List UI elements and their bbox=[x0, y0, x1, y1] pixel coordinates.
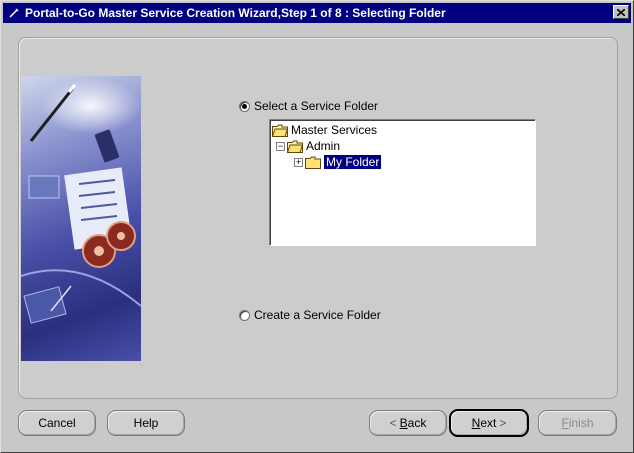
cancel-button[interactable]: Cancel bbox=[18, 410, 96, 436]
next-label: ext bbox=[480, 416, 497, 430]
tree-item-label-selected: My Folder bbox=[322, 154, 383, 170]
back-mnemonic: B bbox=[399, 416, 408, 430]
wizard-window: Portal-to-Go Master Service Creation Wiz… bbox=[0, 0, 634, 453]
tree-item-master-services[interactable]: Master Services bbox=[272, 122, 377, 138]
finish-mnemonic: F bbox=[561, 416, 569, 430]
tree-item-admin[interactable]: − Admin bbox=[276, 138, 340, 154]
help-label: Help bbox=[133, 416, 159, 430]
expand-icon[interactable]: + bbox=[294, 157, 303, 167]
back-label: ack bbox=[407, 416, 427, 430]
title-bar[interactable]: Portal-to-Go Master Service Creation Wiz… bbox=[3, 3, 631, 23]
back-button[interactable]: < Back bbox=[369, 410, 447, 436]
chevron-right-icon: > bbox=[499, 416, 507, 430]
collapse-icon[interactable]: − bbox=[276, 141, 285, 151]
create-folder-label: Create a Service Folder bbox=[254, 308, 381, 322]
app-icon bbox=[6, 5, 22, 21]
wizard-illustration bbox=[21, 76, 141, 361]
create-folder-option[interactable]: Create a Service Folder bbox=[239, 308, 381, 322]
folder-open-icon bbox=[272, 124, 288, 137]
cancel-label: Cancel bbox=[38, 416, 76, 430]
finish-label: inish bbox=[568, 416, 594, 430]
chevron-left-icon: < bbox=[389, 416, 397, 430]
select-folder-option[interactable]: Select a Service Folder bbox=[239, 99, 378, 113]
folder-tree[interactable]: Master Services − Admin + My Folder bbox=[269, 119, 536, 246]
next-mnemonic: N bbox=[471, 416, 481, 430]
next-button[interactable]: Next > bbox=[449, 409, 529, 437]
select-folder-radio[interactable] bbox=[239, 100, 250, 112]
close-icon bbox=[617, 8, 625, 16]
tree-item-label: Master Services bbox=[291, 123, 378, 137]
tree-item-label: Admin bbox=[306, 139, 341, 153]
finish-button[interactable]: Finish bbox=[538, 410, 617, 436]
tree-item-my-folder[interactable]: + My Folder bbox=[294, 154, 383, 170]
create-folder-radio[interactable] bbox=[239, 309, 250, 321]
folder-open-icon bbox=[287, 140, 303, 153]
select-folder-label: Select a Service Folder bbox=[254, 99, 379, 113]
close-button[interactable] bbox=[613, 5, 629, 19]
help-button[interactable]: Help bbox=[107, 410, 185, 436]
window-title: Portal-to-Go Master Service Creation Wiz… bbox=[25, 6, 446, 20]
folder-closed-icon bbox=[305, 156, 321, 169]
